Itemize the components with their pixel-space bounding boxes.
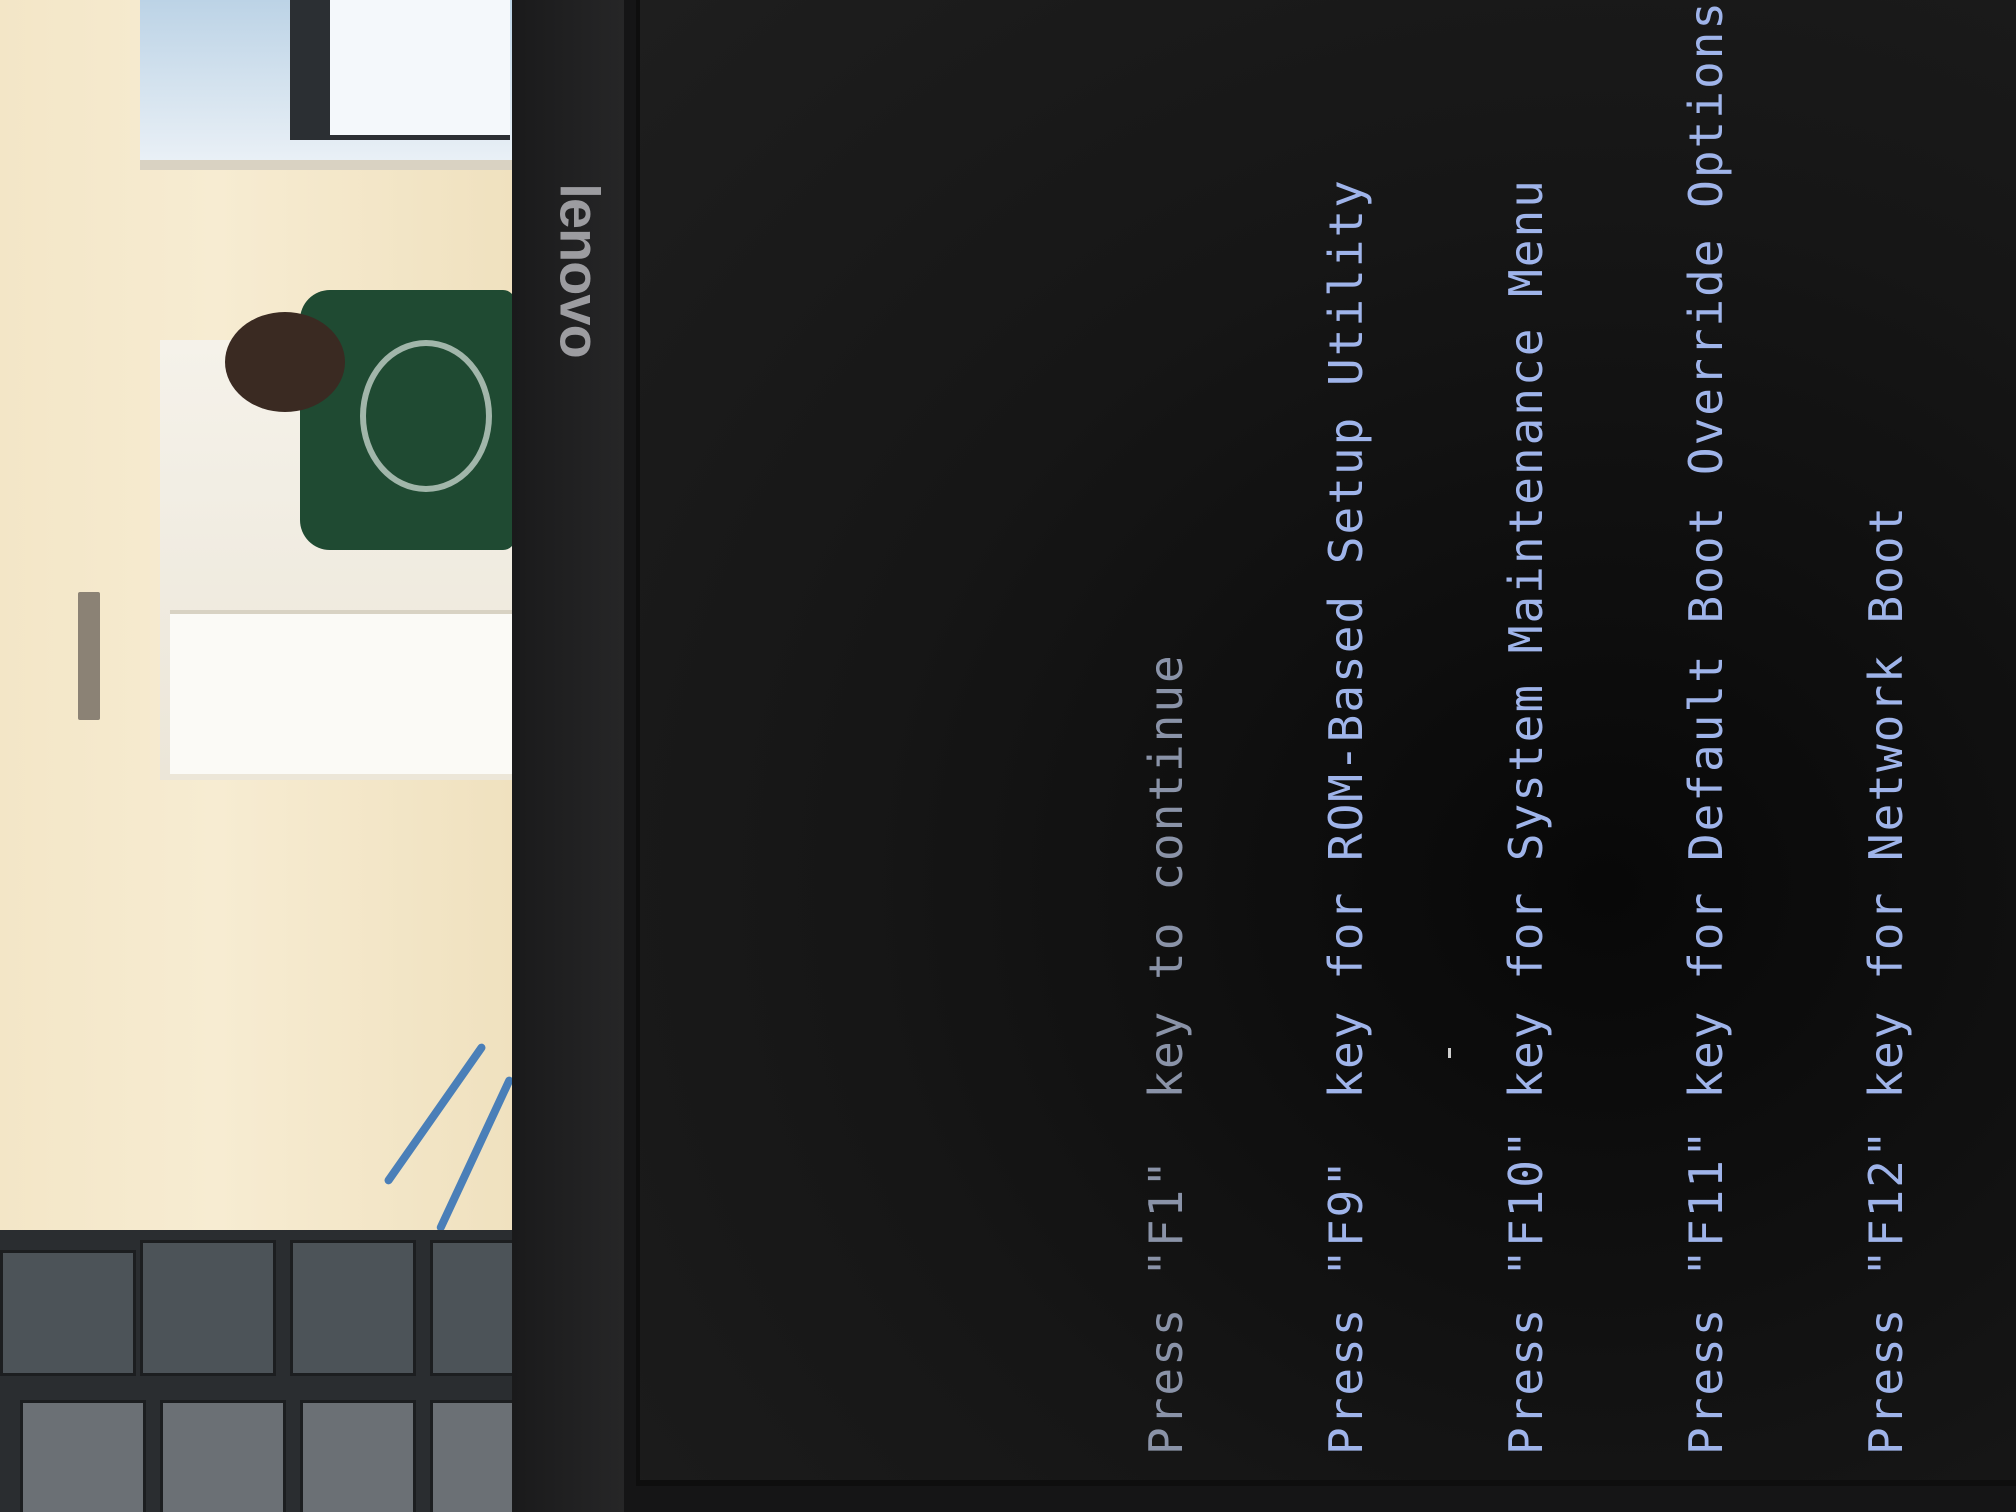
post-line-f12: Press "F12" key for Network Boot — [1859, 504, 1913, 1455]
post-line-f10: Press "F10" key for System Maintenance M… — [1499, 178, 1553, 1455]
rack-unit — [160, 1400, 286, 1512]
post-line-f11: Press "F11" key for Default Boot Overrid… — [1679, 0, 1733, 1455]
post-line-f9: Press "F9" key for ROM-Based Setup Utili… — [1319, 178, 1373, 1455]
screen-speck — [1448, 1048, 1451, 1058]
post-line-f1: Press "F1" key to continue — [1139, 653, 1193, 1455]
brand-name: lenovo — [548, 182, 612, 358]
person-head — [225, 312, 345, 412]
rack-unit — [0, 1250, 136, 1376]
rack-unit — [140, 1240, 276, 1376]
jacket-logo — [360, 340, 492, 492]
rack-unit — [290, 1240, 416, 1376]
post-message-block: Press "F1" key to continue Press "F9" ke… — [1016, 0, 2016, 1455]
window-bright-panel — [330, 0, 510, 135]
server-rack — [0, 1230, 540, 1512]
photo-scene: lenovo Press "F1" key to continue Press … — [0, 0, 2016, 1512]
background-room — [0, 0, 540, 1512]
wall-switch — [78, 592, 100, 720]
stair-step — [170, 610, 530, 774]
lenovo-logo: lenovo — [548, 130, 612, 410]
rack-unit — [300, 1400, 416, 1512]
rack-unit — [20, 1400, 146, 1512]
